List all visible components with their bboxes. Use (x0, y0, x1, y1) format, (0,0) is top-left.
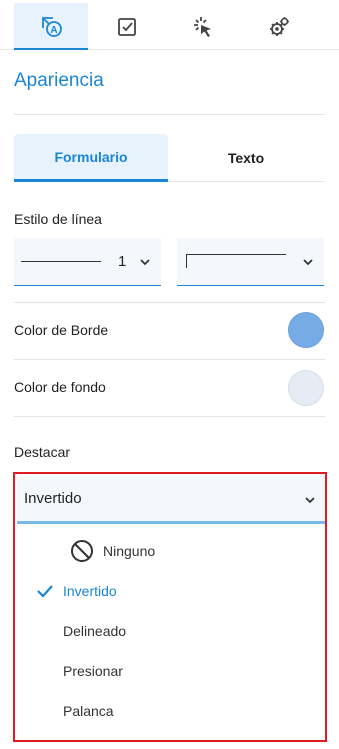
option-delineado[interactable]: Delineado (15, 611, 325, 651)
option-label: Palanca (63, 703, 114, 719)
option-label: Ninguno (103, 543, 156, 559)
tab-texto[interactable]: Texto (168, 134, 324, 182)
tab-appearance[interactable]: A (14, 3, 88, 50)
highlight-label: Destacar (14, 444, 71, 460)
line-width-select[interactable]: 1 (14, 238, 161, 286)
option-ninguno[interactable]: Ninguno (15, 531, 325, 571)
option-presionar[interactable]: Presionar (15, 651, 325, 691)
divider (14, 416, 325, 417)
highlight-select[interactable]: Invertido (17, 476, 325, 524)
line-style-label: Estilo de línea (14, 211, 102, 227)
fill-color-swatch[interactable] (288, 370, 324, 406)
option-invertido[interactable]: Invertido (15, 571, 325, 611)
divider (14, 359, 325, 360)
highlight-selected-value: Invertido (24, 490, 82, 507)
click-icon (194, 16, 211, 37)
check-icon (37, 585, 53, 598)
divider (14, 302, 325, 303)
tab-formulario[interactable]: Formulario (14, 134, 168, 182)
ban-icon (71, 540, 93, 562)
tab-settings[interactable] (242, 3, 316, 50)
chevron-down-icon (140, 259, 150, 266)
section-title: Apariencia (14, 70, 104, 91)
option-label: Presionar (63, 663, 123, 679)
option-label: Delineado (63, 623, 127, 639)
tab-interaction[interactable] (166, 3, 240, 50)
tab-checkbox[interactable] (90, 3, 164, 50)
highlight-dropdown-annotation: Invertido Ninguno Invertido Delineado Pr… (13, 472, 327, 742)
checkbox-icon (118, 17, 136, 36)
line-dash-select[interactable] (177, 238, 324, 286)
option-palanca[interactable]: Palanca (15, 691, 325, 731)
border-color-label: Color de Borde (14, 322, 109, 338)
border-color-swatch[interactable] (288, 312, 324, 348)
appearance-icon: A (42, 16, 62, 37)
form-text-segmented-control: Formulario Texto (14, 134, 324, 182)
top-tab-bar: A (0, 0, 339, 50)
fill-color-label: Color de fondo (14, 379, 106, 395)
line-width-value: 1 (118, 253, 127, 270)
line-width-sample (21, 261, 101, 262)
svg-text:A: A (50, 25, 57, 36)
option-label: Invertido (63, 583, 117, 599)
chevron-down-icon (303, 259, 313, 266)
line-dash-sample (186, 254, 286, 268)
gears-icon (270, 16, 289, 36)
chevron-down-icon (305, 497, 315, 504)
divider (14, 114, 325, 115)
